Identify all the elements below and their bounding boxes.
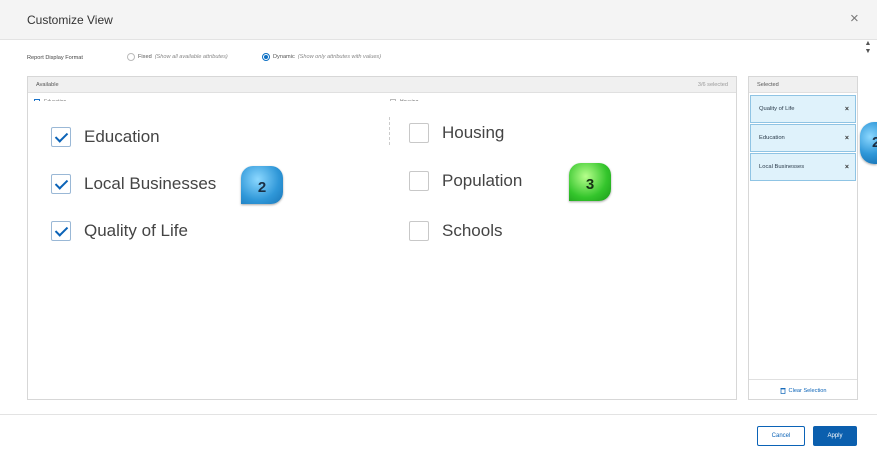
clear-selection-button[interactable]: Clear Selection xyxy=(749,387,857,394)
callout-number: 3 xyxy=(585,175,595,193)
checkbox-population[interactable] xyxy=(409,171,429,191)
radio-fixed-label: Fixed xyxy=(138,54,152,60)
checkbox-housing[interactable] xyxy=(409,123,429,143)
selected-count: 3/6 selected xyxy=(697,82,728,88)
attr-housing[interactable]: Housing xyxy=(409,123,504,143)
callout-badge: 2 xyxy=(241,166,283,204)
available-header: Available 3/6 selected xyxy=(28,77,736,93)
selected-panel: Selected Quality of Life × Education × L… xyxy=(748,76,858,400)
report-format-row: Report Display Format Fixed (Show all av… xyxy=(27,53,857,67)
checkbox-education[interactable] xyxy=(51,127,71,147)
selected-item[interactable]: Education × xyxy=(750,124,856,152)
attr-population[interactable]: Population xyxy=(409,171,522,191)
selected-list: Quality of Life × Education × Local Busi… xyxy=(750,95,856,182)
attr-schools[interactable]: Schools xyxy=(409,221,502,241)
dialog-title: Customize View xyxy=(27,13,113,27)
available-title: Available xyxy=(36,82,59,88)
radio-fixed-indicator[interactable] xyxy=(127,53,135,61)
selected-item-label: Local Businesses xyxy=(759,164,805,170)
radio-dynamic-indicator[interactable] xyxy=(262,53,270,61)
close-icon[interactable]: × xyxy=(850,10,859,27)
radio-dynamic-label: Dynamic xyxy=(273,54,295,60)
callout-badge: 3 xyxy=(569,163,611,201)
attr-label: Schools xyxy=(442,221,503,240)
attr-local-businesses[interactable]: Local Businesses xyxy=(51,174,216,194)
remove-icon[interactable]: × xyxy=(845,106,849,113)
selected-item-label: Quality of Life xyxy=(759,106,795,112)
selected-header: Selected xyxy=(749,77,857,93)
remove-icon[interactable]: × xyxy=(845,164,849,171)
attr-label: Local Businesses xyxy=(84,174,217,193)
attr-label: Population xyxy=(442,171,523,190)
trash-icon xyxy=(780,388,786,394)
selected-item[interactable]: Quality of Life × xyxy=(750,95,856,123)
callout-badge: 2 xyxy=(860,122,877,164)
callout-number: 2 xyxy=(257,178,267,196)
apply-button[interactable]: Apply xyxy=(813,426,857,446)
cancel-button[interactable]: Cancel xyxy=(757,426,805,446)
divider xyxy=(389,117,390,145)
checkbox-local-businesses[interactable] xyxy=(51,174,71,194)
checkbox-schools[interactable] xyxy=(409,221,429,241)
selected-title: Selected xyxy=(757,82,779,88)
selected-item[interactable]: Local Businesses × xyxy=(750,153,856,181)
clear-selection-label: Clear Selection xyxy=(788,387,827,394)
callout-number: 2 xyxy=(872,134,877,151)
dialog-header: Customize View × xyxy=(0,0,877,40)
radio-dynamic[interactable]: Dynamic (Show only attributes with value… xyxy=(262,53,381,61)
scrollbar[interactable]: ▲ ▼ xyxy=(862,40,874,64)
remove-icon[interactable]: × xyxy=(845,135,849,142)
attr-quality-of-life[interactable]: Quality of Life xyxy=(51,221,188,241)
footer-divider xyxy=(0,414,877,415)
attr-label: Housing xyxy=(442,123,505,142)
checkbox-quality-of-life[interactable] xyxy=(51,221,71,241)
selected-item-label: Education xyxy=(759,135,785,141)
attr-label: Quality of Life xyxy=(84,221,188,240)
attr-label: Education xyxy=(84,127,160,146)
radio-dynamic-hint: (Show only attributes with values) xyxy=(297,54,382,60)
zoomed-attribute-list: Education Local Businesses Quality of Li… xyxy=(31,101,731,299)
radio-fixed[interactable]: Fixed (Show all available attributes) xyxy=(127,53,228,61)
radio-fixed-hint: (Show all available attributes) xyxy=(154,54,228,60)
attr-education[interactable]: Education xyxy=(51,127,160,147)
format-label: Report Display Format xyxy=(27,55,83,61)
clear-divider xyxy=(749,379,857,380)
